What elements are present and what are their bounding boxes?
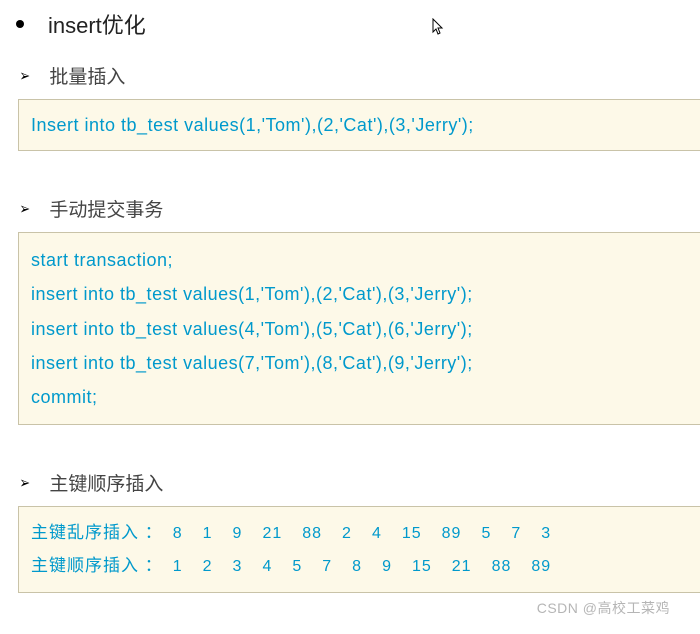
triangle-icon: ➢	[19, 199, 30, 219]
value-cell: 21	[262, 519, 282, 549]
value-cell: 8	[173, 519, 183, 549]
section-header: ➢ 主键顺序插入	[18, 469, 700, 496]
value-cell: 5	[292, 552, 302, 582]
code-line: Insert into tb_test values(1,'Tom'),(2,'…	[31, 108, 688, 142]
section-header-text: 批量插入	[49, 62, 125, 89]
section-batch-insert: ➢ 批量插入 Insert into tb_test values(1,'Tom…	[0, 62, 700, 151]
code-line: insert into tb_test values(7,'Tom'),(8,'…	[31, 346, 688, 380]
value-cell: 89	[442, 519, 462, 549]
section-header-text: 手动提交事务	[49, 195, 163, 222]
value-cell: 4	[262, 552, 272, 582]
value-cell: 7	[322, 552, 332, 582]
value-cell: 5	[481, 519, 491, 549]
bullet-icon	[16, 20, 24, 28]
triangle-icon: ➢	[19, 66, 30, 86]
code-block: Insert into tb_test values(1,'Tom'),(2,'…	[18, 99, 700, 151]
section-header: ➢ 手动提交事务	[18, 195, 700, 222]
section-pk-order: ➢ 主键顺序插入 主键乱序插入 ： 8192188241589573 主键顺序插…	[0, 469, 700, 593]
pk-ordered-row: 主键顺序插入 ： 1234578915218889	[31, 550, 688, 582]
value-cell: 88	[492, 552, 512, 582]
section-header: ➢ 批量插入	[18, 62, 700, 89]
value-cell: 9	[382, 552, 392, 582]
value-cell: 3	[541, 519, 551, 549]
pk-random-row: 主键乱序插入 ： 819 21 88 24 15 89 573	[31, 517, 688, 549]
row-values: 819 21 88 24 15 89 573	[163, 519, 561, 549]
code-line: insert into tb_test values(1,'Tom'),(2,'…	[31, 277, 688, 311]
value-cell: 2	[342, 519, 352, 549]
value-cell: 1	[203, 519, 213, 549]
code-block: 主键乱序插入 ： 8192188241589573 主键顺序插入 ： 12345…	[18, 506, 700, 593]
triangle-icon: ➢	[19, 473, 30, 493]
watermark: CSDN @高校工菜鸡	[537, 598, 670, 618]
value-cell: 9	[233, 519, 243, 549]
code-line: insert into tb_test values(4,'Tom'),(5,'…	[31, 312, 688, 346]
value-cell: 3	[233, 552, 243, 582]
value-cell: 4	[372, 519, 382, 549]
row-values: 1234578915218889	[163, 552, 561, 582]
code-block: start transaction; insert into tb_test v…	[18, 232, 700, 425]
row-label: 主键顺序插入 ：	[31, 550, 163, 582]
value-cell: 15	[402, 519, 422, 549]
row-label: 主键乱序插入 ：	[31, 517, 163, 549]
title-text: insert优化	[48, 8, 146, 40]
value-cell: 2	[203, 552, 213, 582]
page-title: insert优化	[0, 0, 700, 44]
section-manual-commit: ➢ 手动提交事务 start transaction; insert into …	[0, 195, 700, 425]
value-cell: 8	[352, 552, 362, 582]
value-cell: 15	[412, 552, 432, 582]
code-line: start transaction;	[31, 243, 688, 277]
value-cell: 1	[173, 552, 183, 582]
value-cell: 21	[452, 552, 472, 582]
value-cell: 89	[531, 552, 551, 582]
section-header-text: 主键顺序插入	[49, 469, 163, 496]
code-line: commit;	[31, 380, 688, 414]
value-cell: 88	[302, 519, 322, 549]
value-cell: 7	[511, 519, 521, 549]
